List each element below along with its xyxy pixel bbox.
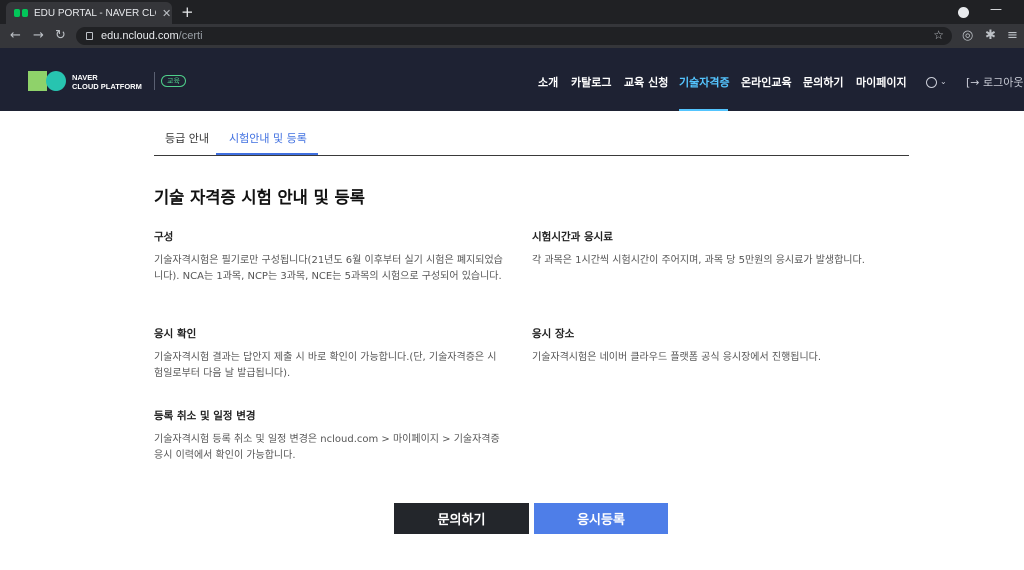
section-composition: 구성 기술자격시험은 필기로만 구성됩니다(21년도 6월 이후부터 실기 시험… [154,229,504,285]
section-body: 기술자격시험은 네이버 클라우드 플랫폼 공식 응시장에서 진행됩니다. [532,352,822,363]
url-path: /certi [178,30,203,42]
lock-icon [86,32,93,40]
active-nav-underline [679,109,728,111]
inquiry-button[interactable]: 문의하기 [394,503,529,534]
page-title: 기술 자격증 시험 안내 및 등록 [154,188,365,207]
section-body: 기술자격시험은 필기로만 구성됩니다(21년도 6월 이후부터 실기 시험은 폐… [154,255,503,282]
section-confirm: 응시 확인 기술자격시험 결과는 답안지 제출 시 바로 확인이 가능합니다.(… [154,326,504,382]
section-body: 기술자격시험 결과는 답안지 제출 시 바로 확인이 가능합니다.(단, 기술자… [154,352,497,379]
section-body: 각 과목은 1시간씩 시험시간이 주어지며, 과목 당 5만원의 응시료가 발생… [532,255,865,266]
logo-line2: CLOUD PLATFORM [72,82,142,91]
forward-arrow-icon[interactable]: → [33,28,44,43]
active-tab-underline [216,153,318,155]
nav-item-online[interactable]: 온라인교육 [741,74,792,90]
site-header: NAVER CLOUD PLATFORM 교육 소개 카탈로그 교육 신청 기술… [0,48,1024,111]
browser-tab[interactable]: EDU PORTAL - NAVER CLOUD P ✕ [6,2,172,24]
logout-icon: [→ [966,76,980,89]
nav-item-catalog[interactable]: 카탈로그 [571,74,611,90]
profile-icon[interactable] [958,7,969,18]
minimize-icon[interactable]: — [990,2,1002,16]
tab-title: EDU PORTAL - NAVER CLOUD P [34,7,156,19]
naver-cloud-logo-icon[interactable] [28,71,66,91]
favicon-icon [14,9,28,17]
nav-item-certification[interactable]: 기술자격증 [679,74,730,90]
section-time-fee: 시험시간과 응시료 각 과목은 1시간씩 시험시간이 주어지며, 과목 당 5만… [532,229,882,269]
logo-divider [154,72,155,90]
extensions-icon[interactable]: ✱ [985,28,996,43]
nav-item-intro[interactable]: 소개 [538,74,558,90]
chevron-down-icon[interactable]: ⌄ [940,77,947,86]
address-bar[interactable]: edu.ncloud.com/certi ☆ [76,27,952,45]
extension-globe-icon[interactable]: ◎ [962,28,973,43]
section-title: 응시 장소 [532,328,575,340]
logout-link[interactable]: [→ 로그아웃 [966,74,1024,90]
nav-item-apply[interactable]: 교육 신청 [624,74,668,90]
section-title: 시험시간과 응시료 [532,231,613,243]
tab-close-icon[interactable]: ✕ [162,7,171,20]
globe-icon[interactable] [926,77,937,88]
sub-tabs: 등급 안내 시험안내 및 등록 [154,120,909,156]
nav-item-mypage[interactable]: 마이페이지 [856,74,907,90]
section-cancel: 등록 취소 및 일정 변경 기술자격시험 등록 취소 및 일정 변경은 nclo… [154,408,504,464]
new-tab-button[interactable]: + [181,3,194,21]
logo-line1: NAVER [72,73,98,82]
section-body: 기술자격시험 등록 취소 및 일정 변경은 ncloud.com > 마이페이지… [154,434,500,461]
browser-tab-bar: EDU PORTAL - NAVER CLOUD P ✕ + — [0,0,1024,24]
logo-text[interactable]: NAVER CLOUD PLATFORM [72,73,142,91]
register-exam-button[interactable]: 응시등록 [534,503,668,534]
url-host: edu.ncloud.com [101,30,179,42]
reload-icon[interactable]: ↻ [55,28,66,43]
browser-toolbar: ← → ↻ edu.ncloud.com/certi ☆ ◎ ✱ ≡ [0,24,1024,48]
star-icon[interactable]: ☆ [933,28,944,42]
edu-badge: 교육 [161,75,186,87]
section-title: 응시 확인 [154,328,197,340]
tab-grade-info[interactable]: 등급 안내 [165,130,209,146]
nav-item-inquiry[interactable]: 문의하기 [803,74,843,90]
tab-exam-registration[interactable]: 시험안내 및 등록 [229,130,307,146]
menu-icon[interactable]: ≡ [1007,28,1018,43]
section-title: 구성 [154,231,174,243]
section-title: 등록 취소 및 일정 변경 [154,410,256,422]
back-arrow-icon[interactable]: ← [10,28,21,43]
section-place: 응시 장소 기술자격시험은 네이버 클라우드 플랫폼 공식 응시장에서 진행됩니… [532,326,882,366]
logout-label: 로그아웃 [983,76,1024,89]
